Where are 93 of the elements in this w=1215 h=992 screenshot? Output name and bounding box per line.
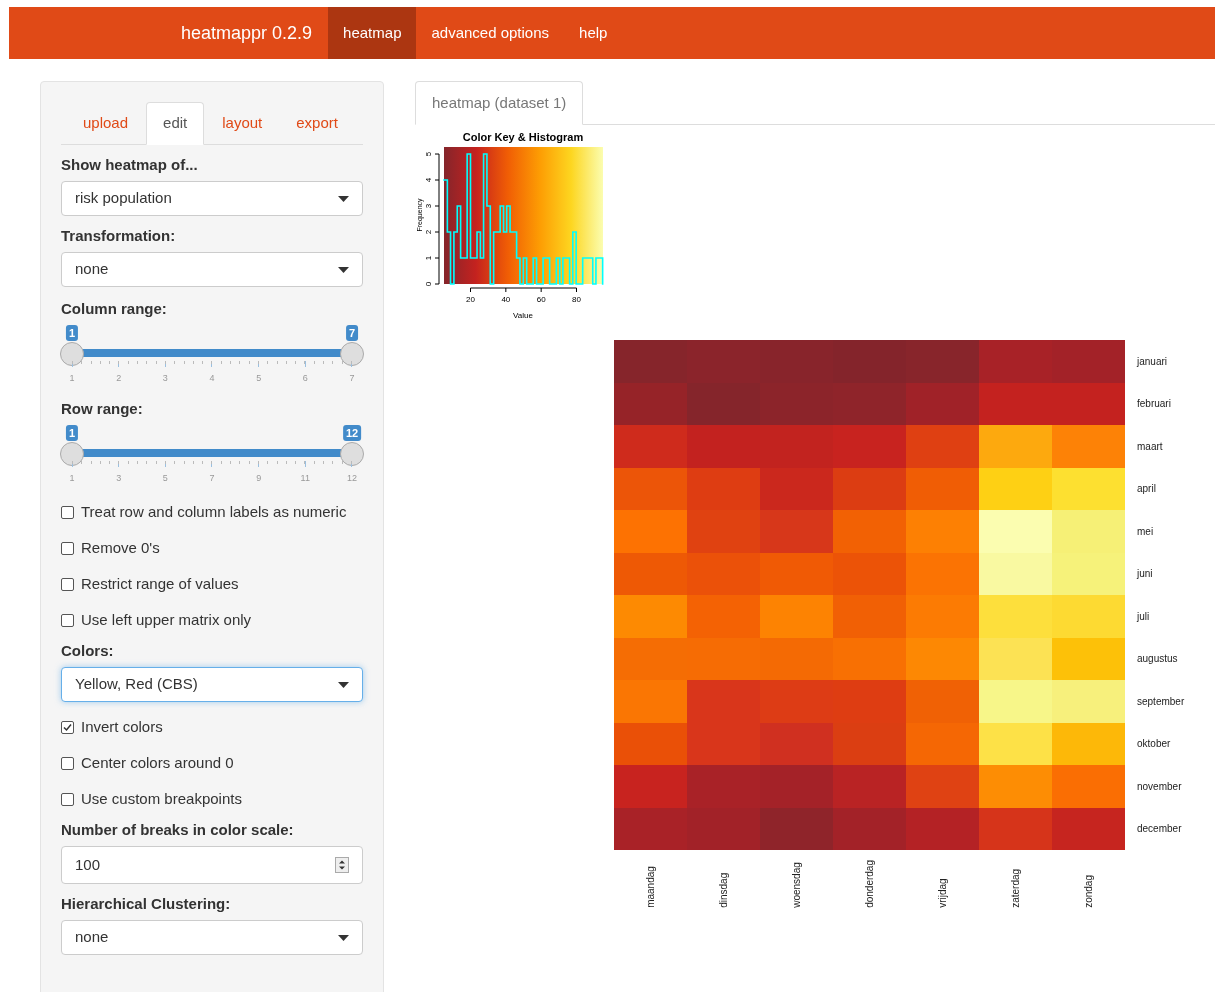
checkbox-label: Center colors around 0 bbox=[81, 752, 234, 773]
field-label: Number of breaks in color scale: bbox=[61, 820, 295, 840]
slider-value: 7 bbox=[345, 325, 359, 341]
tick-label: 7 bbox=[209, 473, 215, 483]
caret-icon bbox=[338, 934, 349, 941]
tick-label: 12 bbox=[346, 473, 357, 483]
row-label: oktober bbox=[1137, 737, 1171, 752]
field-label: Hierarchical Clustering: bbox=[61, 894, 232, 914]
nav-item[interactable]: heatmap bbox=[328, 7, 417, 59]
tab[interactable]: layout bbox=[206, 102, 279, 145]
tick-label: 5 bbox=[256, 373, 262, 383]
row-label: juli bbox=[1137, 609, 1150, 624]
tick-label: 7 bbox=[349, 373, 355, 383]
caret-icon bbox=[338, 195, 349, 202]
tick-label: 5 bbox=[162, 473, 168, 483]
tick-label: 3 bbox=[162, 373, 168, 383]
checkbox-label: Use left upper matrix only bbox=[81, 609, 252, 630]
row-label: september bbox=[1137, 694, 1185, 709]
tick-label: 9 bbox=[256, 473, 262, 483]
column-label: dinsdag bbox=[717, 871, 730, 908]
tick-label: 0 bbox=[424, 281, 433, 287]
dropdown[interactable]: Yellow, Red (CBS) bbox=[61, 667, 363, 702]
caret-icon bbox=[338, 681, 349, 688]
column-label: maandag bbox=[644, 865, 657, 908]
column-label: zaterdag bbox=[1009, 867, 1022, 908]
field-label: Colors: bbox=[61, 641, 115, 661]
field-label: Transformation: bbox=[61, 226, 177, 246]
checkbox[interactable] bbox=[61, 792, 74, 806]
tick-label: 60 bbox=[536, 295, 546, 304]
tick-label: 4 bbox=[424, 177, 433, 183]
tab[interactable]: edit bbox=[146, 102, 205, 145]
column-label: donderdag bbox=[863, 860, 876, 908]
row-label: december bbox=[1137, 822, 1182, 837]
tick-label: 2 bbox=[424, 229, 433, 235]
spinner-icon[interactable] bbox=[335, 857, 349, 873]
chart-title: Color Key & Histogram bbox=[462, 131, 584, 143]
tick-label: 40 bbox=[501, 295, 511, 304]
row-label: november bbox=[1137, 779, 1182, 794]
tick-label: 1 bbox=[69, 473, 75, 483]
checkbox-label: Restrict range of values bbox=[81, 573, 239, 594]
slider-handle[interactable] bbox=[60, 442, 84, 466]
checkbox[interactable] bbox=[61, 505, 74, 519]
field-label: Show heatmap of... bbox=[61, 155, 199, 175]
tick-label: 5 bbox=[424, 151, 433, 157]
slider-handle[interactable] bbox=[340, 342, 364, 366]
tick-label: 3 bbox=[116, 473, 122, 483]
tick-label: 80 bbox=[572, 295, 581, 304]
checkbox[interactable] bbox=[61, 613, 74, 627]
row-label: maart bbox=[1137, 439, 1163, 454]
checkbox-label: Invert colors bbox=[81, 716, 163, 737]
dropdown[interactable]: risk population bbox=[61, 181, 363, 216]
row-label: april bbox=[1137, 482, 1156, 497]
brand[interactable]: heatmappr 0.2.9 bbox=[175, 7, 319, 59]
column-label: woensdag bbox=[790, 861, 803, 908]
nav-item[interactable]: help bbox=[564, 7, 623, 59]
row-label: januari bbox=[1137, 354, 1168, 369]
column-label: zondag bbox=[1082, 874, 1095, 908]
dropdown[interactable]: none bbox=[61, 252, 363, 287]
checkbox[interactable] bbox=[61, 756, 74, 770]
tick-label: 1 bbox=[69, 373, 75, 383]
tick-label: 20 bbox=[466, 295, 475, 304]
tab[interactable]: upload bbox=[67, 102, 145, 145]
checkbox-label: Treat row and column labels as numeric bbox=[81, 501, 347, 522]
column-label: vrijdag bbox=[936, 877, 949, 908]
checkbox-label: Remove 0's bbox=[81, 537, 160, 558]
row-label: februari bbox=[1137, 397, 1171, 412]
tab[interactable]: export bbox=[280, 102, 354, 145]
field-label: Column range: bbox=[61, 299, 168, 319]
row-label: augustus bbox=[1137, 652, 1178, 667]
row-label: mei bbox=[1137, 524, 1154, 539]
slider-handle[interactable] bbox=[340, 442, 364, 466]
checkbox[interactable] bbox=[61, 720, 74, 734]
tick-label: 11 bbox=[300, 473, 310, 483]
tick-label: 6 bbox=[302, 373, 308, 383]
nav-item[interactable]: advanced options bbox=[416, 7, 565, 59]
slider-value: 1 bbox=[65, 325, 79, 341]
tab[interactable]: heatmap (dataset 1) bbox=[415, 81, 584, 125]
slider-value: 12 bbox=[342, 425, 362, 441]
tick-label: 1 bbox=[424, 255, 433, 261]
field-label: Row range: bbox=[61, 399, 144, 419]
tick-label: 3 bbox=[424, 203, 433, 209]
slider-value: 1 bbox=[65, 425, 79, 441]
row-label: juni bbox=[1137, 567, 1153, 582]
dropdown[interactable]: none bbox=[61, 920, 363, 955]
slider-handle[interactable] bbox=[60, 342, 84, 366]
axis-label: Value bbox=[513, 311, 533, 320]
tick-label: 4 bbox=[209, 373, 215, 383]
checkbox[interactable] bbox=[61, 577, 74, 591]
checkbox-label: Use custom breakpoints bbox=[81, 788, 242, 809]
tick-label: 2 bbox=[116, 373, 122, 383]
caret-icon bbox=[338, 266, 349, 273]
number-field[interactable]: 100 bbox=[61, 846, 363, 884]
checkbox[interactable] bbox=[61, 541, 74, 555]
